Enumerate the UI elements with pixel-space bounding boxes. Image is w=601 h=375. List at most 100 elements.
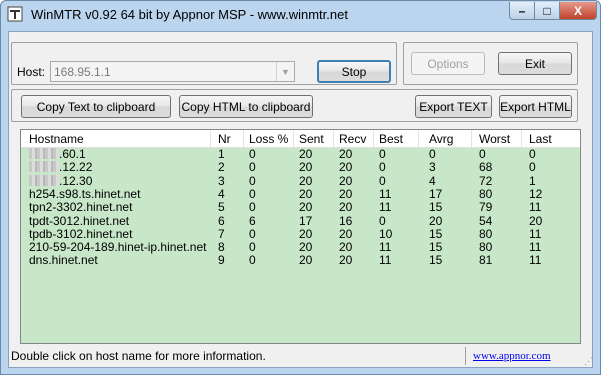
status-divider xyxy=(465,347,466,365)
col-avrg-cell: 4 xyxy=(429,173,436,188)
col-hostname-cell: .60.1 xyxy=(29,148,86,161)
column-divider[interactable] xyxy=(521,130,522,147)
options-exit-group: Options Exit xyxy=(403,42,578,85)
client-area: Host: 168.95.1.1 ▼ Stop Options Exit Cop… xyxy=(8,31,593,368)
col-worst-header[interactable]: Worst xyxy=(479,132,510,146)
host-combobox[interactable]: 168.95.1.1 ▼ xyxy=(50,61,295,82)
column-divider[interactable] xyxy=(333,130,334,147)
col-hostname-cell: tpdb-3102.hinet.net xyxy=(29,226,133,241)
column-divider[interactable] xyxy=(293,130,294,147)
hostname-text: .12.22 xyxy=(59,160,93,175)
redacted-ip-block xyxy=(29,161,59,173)
table-row[interactable]: tpdb-3102.hinet.net 7 0 20 20 10 15 80 11 xyxy=(21,226,580,241)
col-last-cell: 12 xyxy=(529,186,543,201)
column-divider[interactable] xyxy=(471,130,472,147)
col-hostname-cell: tpn2-3302.hinet.net xyxy=(29,200,133,215)
col-last-cell: 0 xyxy=(529,147,536,161)
col-last-cell: 11 xyxy=(529,240,542,255)
col-hostname-cell: 210-59-204-189.hinet-ip.hinet.net xyxy=(29,240,207,255)
col-loss-header[interactable]: Loss % xyxy=(249,132,288,146)
copy-html-button[interactable]: Copy HTML to clipboard xyxy=(179,95,313,118)
close-icon: X xyxy=(573,3,582,18)
column-divider[interactable] xyxy=(243,130,244,147)
col-loss-cell: 0 xyxy=(249,173,256,188)
options-button[interactable]: Options xyxy=(411,52,485,75)
col-worst-cell: 80 xyxy=(479,240,493,255)
col-best-header[interactable]: Best xyxy=(379,132,403,146)
hostname-text: .60.1 xyxy=(59,147,86,161)
col-worst-cell: 0 xyxy=(479,147,486,161)
col-sent-cell: 20 xyxy=(299,186,313,201)
col-nr-header[interactable]: Nr xyxy=(218,132,231,146)
maximize-button[interactable]: □ xyxy=(534,2,560,20)
col-sent-cell: 20 xyxy=(299,160,313,175)
table-row[interactable]: .60.1 1 0 20 20 0 0 0 0 xyxy=(21,148,580,161)
col-worst-cell: 68 xyxy=(479,160,493,175)
column-divider[interactable] xyxy=(373,130,374,147)
col-best-cell: 0 xyxy=(379,213,386,228)
column-divider[interactable] xyxy=(210,130,211,147)
col-sent-cell: 20 xyxy=(299,147,313,161)
col-avrg-cell: 17 xyxy=(429,186,443,201)
col-avrg-cell: 15 xyxy=(429,226,443,241)
col-hostname-header[interactable]: Hostname xyxy=(29,132,84,146)
close-button[interactable]: X xyxy=(559,2,597,20)
resize-grip-icon[interactable]: ⋰ xyxy=(584,356,593,367)
stop-button[interactable]: Stop xyxy=(317,60,391,83)
col-best-cell: 11 xyxy=(379,253,392,268)
results-table[interactable]: Hostname Nr Loss % Sent Recv Best Avrg Worst Las… xyxy=(20,129,581,344)
redacted-ip-block xyxy=(29,148,59,159)
minimize-button[interactable]: – xyxy=(509,2,535,20)
col-avrg-cell: 3 xyxy=(429,160,436,175)
col-avrg-header[interactable]: Avrg xyxy=(429,132,453,146)
col-nr-cell: 2 xyxy=(218,160,225,175)
table-row[interactable]: dns.hinet.net 9 0 20 20 11 15 81 11 xyxy=(21,254,580,267)
table-row[interactable]: .12.30 3 0 20 20 0 4 72 1 xyxy=(21,173,580,188)
host-label: Host: xyxy=(17,65,46,79)
app-window: WinMTR v0.92 64 bit by Appnor MSP - www.… xyxy=(0,0,601,375)
col-nr-cell: 6 xyxy=(218,213,225,228)
export-html-button[interactable]: Export HTML xyxy=(499,95,572,118)
col-worst-cell: 54 xyxy=(479,213,493,228)
col-sent-cell: 20 xyxy=(299,173,313,188)
redacted-ip-block xyxy=(29,174,59,186)
col-last-cell: 11 xyxy=(529,226,542,241)
title-bar[interactable]: WinMTR v0.92 64 bit by Appnor MSP - www.… xyxy=(1,1,600,27)
col-recv-cell: 20 xyxy=(339,147,353,161)
col-worst-cell: 79 xyxy=(479,200,493,215)
col-hostname-cell: h254.s98.ts.hinet.net xyxy=(29,186,141,201)
col-worst-cell: 81 xyxy=(479,253,493,268)
table-row[interactable]: tpn2-3302.hinet.net 5 0 20 20 11 15 79 11 xyxy=(21,201,580,214)
col-recv-cell: 20 xyxy=(339,173,353,188)
col-sent-cell: 20 xyxy=(299,200,313,215)
col-sent-cell: 20 xyxy=(299,226,313,241)
col-recv-cell: 20 xyxy=(339,186,353,201)
col-loss-cell: 6 xyxy=(249,213,256,228)
chevron-down-icon[interactable]: ▼ xyxy=(276,62,294,81)
col-best-cell: 0 xyxy=(379,147,386,161)
table-row[interactable]: tpdt-3012.hinet.net 6 6 17 16 0 20 54 20 xyxy=(21,213,580,228)
table-row[interactable]: h254.s98.ts.hinet.net 4 0 20 20 11 17 80 12 xyxy=(21,186,580,201)
table-row[interactable]: .12.22 2 0 20 20 0 3 68 0 xyxy=(21,161,580,174)
col-nr-cell: 9 xyxy=(218,253,225,268)
col-sent-header[interactable]: Sent xyxy=(299,132,324,146)
exit-button[interactable]: Exit xyxy=(498,52,572,75)
col-worst-cell: 72 xyxy=(479,173,493,188)
col-hostname-cell: tpdt-3012.hinet.net xyxy=(29,213,130,228)
minimize-icon: – xyxy=(518,3,526,18)
export-text-button[interactable]: Export TEXT xyxy=(415,95,492,118)
column-divider[interactable] xyxy=(418,130,419,147)
col-nr-cell: 8 xyxy=(218,240,225,255)
col-best-cell: 11 xyxy=(379,200,392,215)
col-recv-header[interactable]: Recv xyxy=(339,132,366,146)
col-recv-cell: 16 xyxy=(339,213,353,228)
table-row[interactable]: 210-59-204-189.hinet-ip.hinet.net 8 0 20 20 1… xyxy=(21,241,580,254)
col-last-cell: 11 xyxy=(529,253,542,268)
col-last-header[interactable]: Last xyxy=(529,132,552,146)
col-loss-cell: 0 xyxy=(249,160,256,175)
copy-text-button[interactable]: Copy Text to clipboard xyxy=(21,95,171,118)
col-worst-cell: 80 xyxy=(479,226,493,241)
col-nr-cell: 1 xyxy=(218,147,225,161)
col-nr-cell: 3 xyxy=(218,173,225,188)
appnor-link[interactable]: www.appnor.com xyxy=(473,350,551,362)
